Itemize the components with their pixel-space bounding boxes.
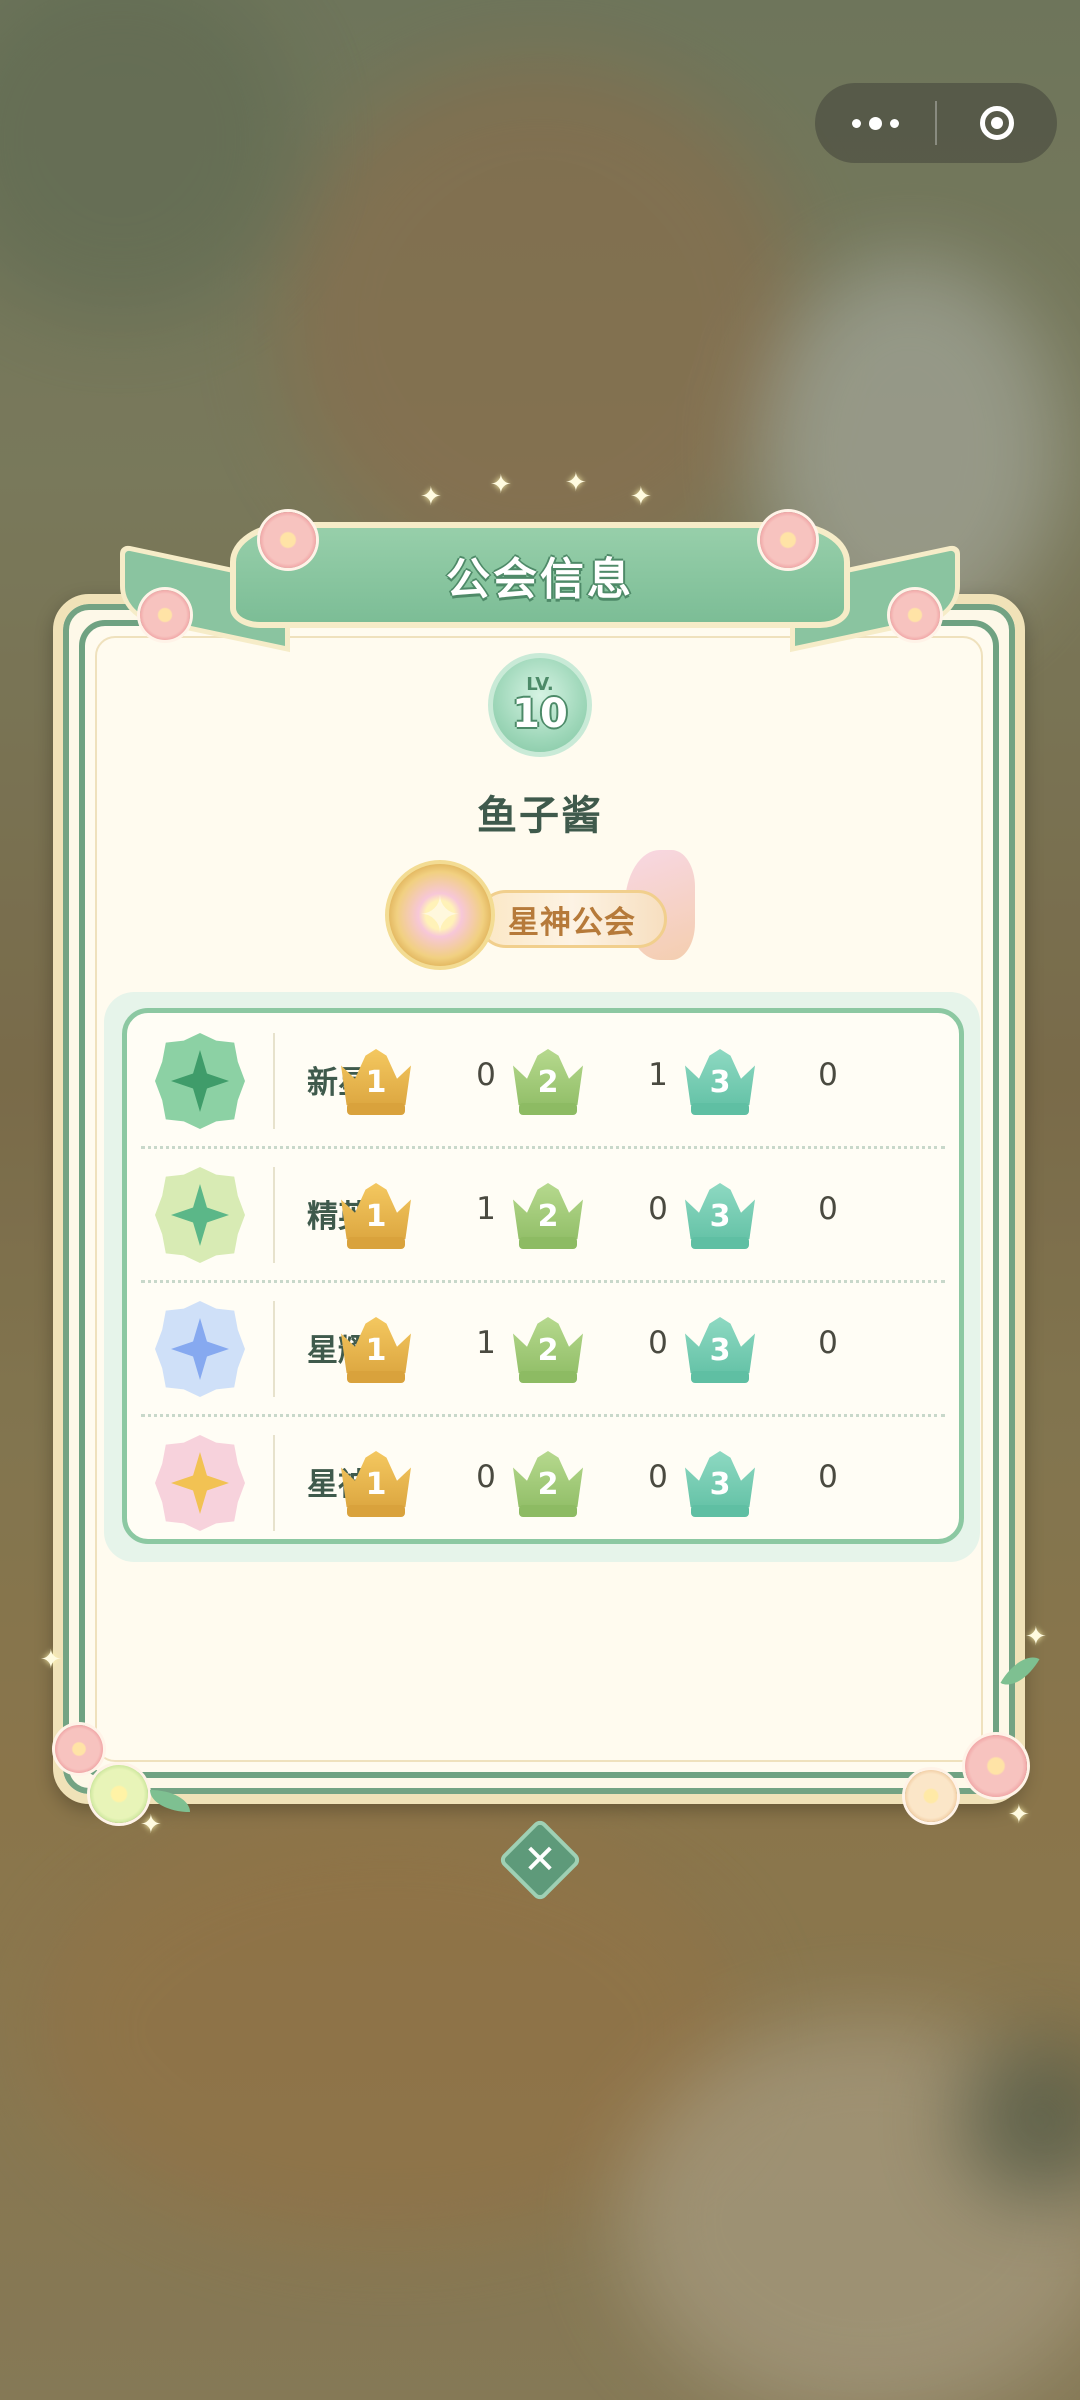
- crown-rank-number: 2: [537, 1199, 559, 1234]
- sparkle-icon: ✦: [1008, 1800, 1030, 1830]
- ribbon-body: 公会信息: [230, 522, 850, 628]
- crown-rank-number: 3: [709, 1333, 731, 1368]
- crown-3-icon: 3: [685, 1183, 755, 1249]
- crown-count: 0: [818, 1057, 838, 1093]
- flower-icon: [55, 1725, 103, 1773]
- row-separator: [273, 1301, 275, 1397]
- crown-2-icon: 2: [513, 1183, 583, 1249]
- crown-1-icon: 1: [341, 1183, 411, 1249]
- flower-icon: [965, 1735, 1027, 1797]
- crown-1-icon: 1: [341, 1451, 411, 1517]
- sparkle-icon: ✦: [630, 482, 652, 512]
- tier-medal-icon: [155, 1167, 245, 1263]
- tier-medal-icon: [155, 1301, 245, 1397]
- tier-medal-icon: [155, 1435, 245, 1531]
- row-separator: [273, 1033, 275, 1129]
- crown-count: 0: [476, 1459, 496, 1495]
- crown-rank-number: 1: [365, 1065, 387, 1100]
- crown-rank-number: 1: [365, 1333, 387, 1368]
- tier-medal-icon: [155, 1033, 245, 1129]
- crown-rank-number: 2: [537, 1333, 559, 1368]
- crown-count: 0: [648, 1191, 668, 1227]
- crown-count: 1: [648, 1057, 668, 1093]
- flower-icon: [140, 590, 190, 640]
- crown-count: 0: [818, 1325, 838, 1361]
- more-dots-icon[interactable]: [815, 83, 935, 163]
- tier-row: 新星 1 0 2 1 3 0: [127, 1013, 959, 1149]
- tier-row: 精英 1 1 2 0 3 0: [127, 1147, 959, 1283]
- sparkle-icon: ✦: [420, 482, 442, 512]
- crown-rank-number: 1: [365, 1467, 387, 1502]
- close-icon[interactable]: ✕: [510, 1830, 570, 1890]
- crown-count: 0: [648, 1325, 668, 1361]
- row-separator: [273, 1167, 275, 1263]
- crown-1-icon: 1: [341, 1049, 411, 1115]
- crown-count: 0: [648, 1459, 668, 1495]
- sparkle-icon: ✦: [1025, 1622, 1047, 1652]
- crown-rank-number: 3: [709, 1467, 731, 1502]
- flower-icon: [760, 512, 816, 568]
- crown-count: 0: [818, 1459, 838, 1495]
- row-separator: [273, 1435, 275, 1531]
- crown-count: 1: [476, 1325, 496, 1361]
- rank-plate: 星神公会: [477, 890, 667, 948]
- guild-rank-banner: 星神公会: [385, 850, 695, 980]
- crown-rank-number: 3: [709, 1199, 731, 1234]
- flower-icon: [260, 512, 316, 568]
- stats-table: 新星 1 0 2 1 3 0 精英 1 1 2 0 3 0 星耀 1 1 2 0 3 0 星神 1 0 2 0 3 0: [122, 1008, 964, 1544]
- level-gem-icon: LV. 10: [488, 653, 592, 757]
- dialog-title: 公会信息: [446, 554, 634, 605]
- target-icon[interactable]: [937, 83, 1057, 163]
- crown-count: 1: [476, 1191, 496, 1227]
- crown-2-icon: 2: [513, 1451, 583, 1517]
- sparkle-icon: ✦: [490, 470, 512, 500]
- crown-rank-number: 1: [365, 1199, 387, 1234]
- crown-rank-number: 2: [537, 1467, 559, 1502]
- sparkle-icon: ✦: [40, 1645, 62, 1675]
- crown-count: 0: [476, 1057, 496, 1093]
- crown-3-icon: 3: [685, 1451, 755, 1517]
- crown-1-icon: 1: [341, 1317, 411, 1383]
- guild-level-badge: LV. 10: [466, 645, 614, 763]
- crown-3-icon: 3: [685, 1317, 755, 1383]
- sparkle-icon: ✦: [565, 468, 587, 498]
- flower-icon: [890, 590, 940, 640]
- guild-name: 鱼子酱: [477, 793, 603, 839]
- rank-title: 星神公会: [508, 904, 636, 941]
- crown-rank-number: 3: [709, 1065, 731, 1100]
- level-number: 10: [512, 691, 568, 737]
- rank-crest-icon: [385, 860, 495, 970]
- flower-icon: [905, 1770, 957, 1822]
- tier-row: 星神 1 0 2 0 3 0: [127, 1415, 959, 1549]
- crown-rank-number: 2: [537, 1065, 559, 1100]
- mini-program-capsule: [815, 83, 1057, 163]
- crown-3-icon: 3: [685, 1049, 755, 1115]
- crown-count: 0: [818, 1191, 838, 1227]
- tier-row: 星耀 1 1 2 0 3 0: [127, 1281, 959, 1417]
- crown-2-icon: 2: [513, 1049, 583, 1115]
- crown-2-icon: 2: [513, 1317, 583, 1383]
- sparkle-icon: ✦: [140, 1810, 162, 1840]
